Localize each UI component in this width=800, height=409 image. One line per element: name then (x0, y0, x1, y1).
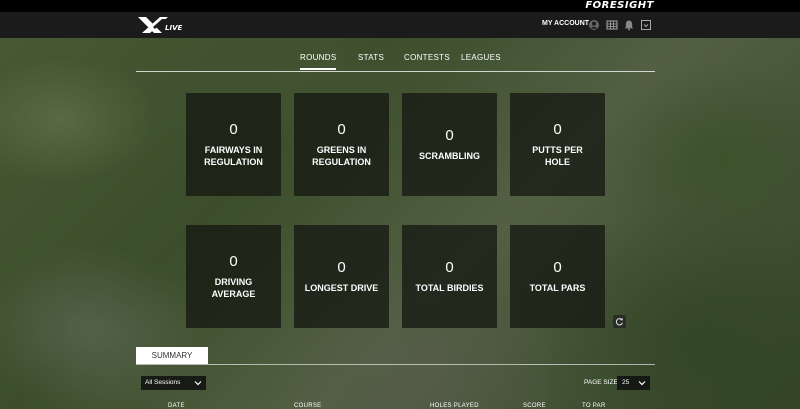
stat-label: TOTAL PARS (529, 282, 586, 293)
stat-value: 0 (445, 258, 454, 276)
stat-value: 0 (337, 121, 346, 138)
stat-label: GREENS IN REGULATION (312, 145, 371, 167)
tab-rounds[interactable]: ROUNDS (300, 53, 337, 70)
main-tabs: ROUNDS STATS CONTESTS LEAGUES (136, 38, 655, 72)
column-header-date[interactable]: DATE (168, 403, 185, 409)
stat-label: DRIVING AVERAGE (211, 277, 256, 299)
page-size-value: 25 (622, 379, 630, 386)
my-account-link[interactable]: MY ACCOUNT (542, 20, 589, 27)
stat-card-scrambling: 0 SCRAMBLING (402, 93, 497, 196)
logout-icon[interactable] (640, 19, 652, 31)
stat-value: 0 (229, 253, 238, 270)
sessions-select-value: All Sessions (145, 379, 181, 386)
tab-stats[interactable]: STATS (358, 53, 384, 62)
summary-divider (136, 364, 655, 365)
grid-icon[interactable] (606, 19, 618, 31)
stat-value: 0 (553, 258, 562, 276)
stat-card-greens: 0 GREENS IN REGULATION (294, 93, 389, 196)
tab-contests[interactable]: CONTESTS (404, 53, 450, 62)
summary-tab[interactable]: SUMMARY (136, 347, 208, 364)
xlive-logo[interactable]: LIVE (136, 15, 184, 35)
page-size-select[interactable]: 25 (617, 376, 650, 390)
tab-leagues[interactable]: LEAGUES (461, 53, 501, 62)
stat-value: 0 (553, 121, 562, 138)
stat-label: TOTAL BIRDIES (415, 282, 484, 293)
stat-label: SCRAMBLING (419, 150, 480, 161)
stat-card-total-pars: 0 TOTAL PARS (510, 225, 605, 328)
stat-card-fairways: 0 FAIRWAYS IN REGULATION (186, 93, 281, 196)
stat-card-total-birdies: 0 TOTAL BIRDIES (402, 225, 497, 328)
svg-text:LIVE: LIVE (165, 24, 182, 32)
stat-label: LONGEST DRIVE (304, 282, 379, 293)
stat-label: FAIRWAYS IN REGULATION (204, 145, 263, 167)
chevron-down-icon (194, 381, 202, 386)
stat-value: 0 (229, 121, 238, 138)
stat-card-longest-drive: 0 LONGEST DRIVE (294, 225, 389, 328)
stat-card-putts: 0 PUTTS PER HOLE (510, 93, 605, 196)
refresh-button[interactable] (613, 315, 626, 328)
stat-label: PUTTS PER HOLE (532, 145, 583, 167)
bell-icon[interactable] (623, 19, 635, 31)
column-header-holes-played[interactable]: HOLES PLAYED (430, 403, 479, 409)
refresh-icon (615, 317, 623, 326)
account-icon[interactable] (588, 19, 600, 31)
sessions-select[interactable]: All Sessions (141, 376, 206, 390)
stat-value: 0 (445, 126, 454, 144)
column-header-score[interactable]: SCORE (523, 403, 546, 409)
column-header-to-par[interactable]: TO PAR (582, 403, 606, 409)
page-size-label: PAGE SIZE (584, 379, 618, 386)
header-bar: LIVE MY ACCOUNT (0, 12, 800, 38)
page-background (0, 38, 800, 409)
foresight-logo: FORESIGHT (585, 0, 654, 11)
stat-card-driving-average: 0 DRIVING AVERAGE (186, 225, 281, 328)
stat-value: 0 (337, 258, 346, 276)
column-header-course[interactable]: COURSE (294, 403, 321, 409)
chevron-down-icon (638, 381, 646, 386)
top-strip: FORESIGHT (0, 0, 800, 12)
